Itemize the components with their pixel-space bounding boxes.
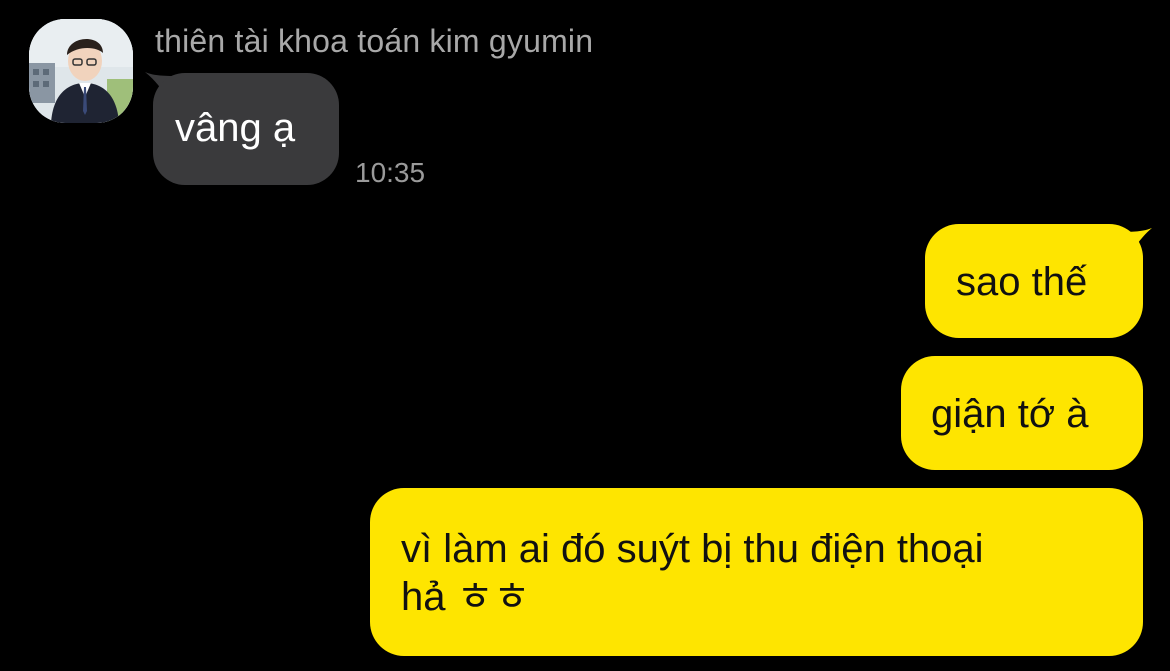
profile-photo [29,19,133,123]
contact-avatar[interactable] [29,19,133,123]
message-text: sao thế [956,260,1088,304]
contact-name: thiên tài khoa toán kim gyumin [155,23,594,59]
message-text: giận tớ à [931,392,1089,436]
message-text-line: vì làm ai đó suýt bị thu điện thoại [401,527,984,571]
outgoing-message-bubble[interactable]: sao thế [925,224,1143,338]
outgoing-message-bubble[interactable]: giận tớ à [901,356,1143,470]
message-text: vâng ạ [175,106,296,150]
message-timestamp: 10:35 [355,157,426,188]
outgoing-message-bubble[interactable]: vì làm ai đó suýt bị thu điện thoại hả ㅎ… [370,488,1143,656]
incoming-message-bubble[interactable]: vâng ạ [153,73,339,185]
message-text-line: hả ㅎㅎ [401,575,531,619]
